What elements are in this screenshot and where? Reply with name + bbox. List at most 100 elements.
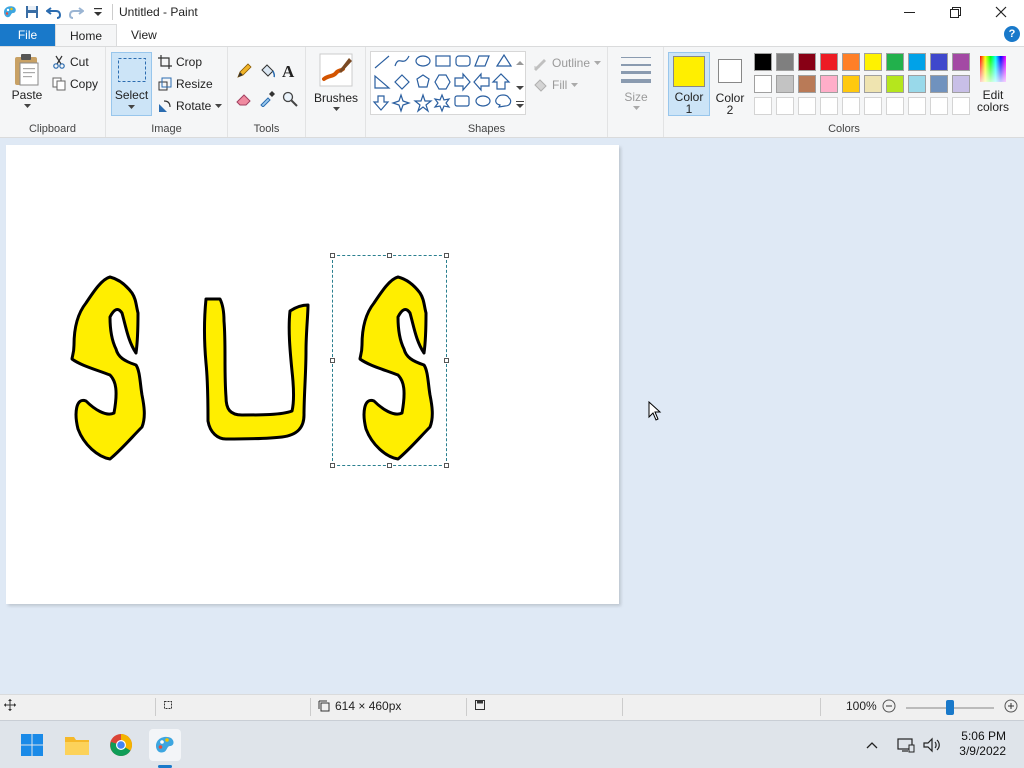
outline-label: Outline [552,56,591,70]
network-button[interactable] [894,729,918,761]
fill-tool[interactable] [259,63,276,82]
help-icon[interactable]: ? [1004,26,1020,42]
palette-swatch[interactable] [908,53,926,71]
palette-swatch[interactable] [930,75,948,93]
palette-swatch[interactable] [908,75,926,93]
ribbon-tabs: File Home View ? [0,24,1024,46]
shapes-scroll-up[interactable] [516,55,524,69]
show-hidden-icons-button[interactable] [862,729,882,761]
palette-swatch[interactable] [820,53,838,71]
zoom-in-button[interactable] [1004,699,1018,713]
chevron-down-icon [215,103,223,108]
eraser-tool[interactable] [236,91,252,110]
crop-button[interactable]: Crop [158,55,202,69]
chrome-button[interactable] [105,729,137,761]
customize-toolbar-icon[interactable] [90,4,106,20]
restore-button[interactable] [932,0,978,24]
resize-handle-n[interactable] [387,253,392,258]
eraser-icon [236,94,251,106]
palette-swatch[interactable] [754,53,772,71]
system-clock[interactable]: 5:06 PM 3/9/2022 [959,729,1006,759]
file-explorer-button[interactable] [61,729,93,761]
color-picker-tool[interactable] [259,91,275,110]
palette-swatch[interactable] [886,53,904,71]
color2-button[interactable]: Color 2 [714,52,746,116]
shapes-scroll-down[interactable] [516,80,524,94]
custom-color-slot[interactable] [842,97,860,115]
color-spectrum-icon [980,56,1006,82]
shapes-more[interactable] [515,99,525,113]
copy-button[interactable]: Copy [52,77,98,91]
palette-swatch[interactable] [820,75,838,93]
paint-taskbar-button[interactable] [149,729,181,761]
palette-swatch[interactable] [930,53,948,71]
resize-handle-e[interactable] [444,358,449,363]
resize-handle-se[interactable] [444,463,449,468]
drawing-canvas[interactable] [6,145,619,604]
selection-size-icon [164,701,172,709]
ribbon: Paste Cut Copy Clipboard Select Crop Res… [0,46,1024,138]
canvas-workspace[interactable] [0,138,1024,694]
color1-button[interactable]: Color 1 [668,52,710,116]
title-bar: Untitled - Paint [0,0,1024,24]
select-button[interactable]: Select [111,52,152,116]
palette-swatch[interactable] [952,75,970,93]
size-button[interactable]: Size [618,55,654,111]
palette-swatch[interactable] [886,75,904,93]
palette-swatch[interactable] [952,53,970,71]
palette-swatch[interactable] [798,53,816,71]
rotate-button[interactable]: Rotate [158,99,223,113]
resize-handle-s[interactable] [387,463,392,468]
outline-button[interactable]: Outline [532,55,602,71]
volume-button[interactable] [920,729,944,761]
selection-rectangle[interactable] [330,253,449,468]
text-tool-icon[interactable]: A [282,62,294,82]
palette-swatch[interactable] [776,75,794,93]
palette-swatch[interactable] [842,75,860,93]
zoom-slider-thumb[interactable] [946,700,954,715]
start-button[interactable] [16,729,48,761]
minimize-button[interactable] [886,0,932,24]
custom-color-slot[interactable] [952,97,970,115]
tab-view[interactable]: View [117,24,171,46]
custom-color-slot[interactable] [754,97,772,115]
undo-icon[interactable] [46,4,62,20]
edit-colors-button[interactable]: Edit colors [972,55,1014,113]
resize-button[interactable]: Resize [158,77,213,91]
paste-label: Paste [11,88,43,102]
resize-handle-nw[interactable] [330,253,335,258]
magnifier-tool[interactable] [282,91,298,110]
tab-file[interactable]: File [0,24,55,46]
brushes-button[interactable]: Brushes [314,53,358,112]
crop-icon [158,55,172,69]
shapes-gallery-icons[interactable] [371,52,525,114]
zoom-out-button[interactable] [882,699,896,713]
zoom-percent: 100% [846,699,877,713]
cut-button[interactable]: Cut [52,55,89,69]
palette-swatch[interactable] [776,53,794,71]
palette-swatch[interactable] [864,53,882,71]
quick-access-toolbar [0,4,106,20]
custom-color-slot[interactable] [864,97,882,115]
palette-swatch[interactable] [754,75,772,93]
palette-swatch[interactable] [864,75,882,93]
pencil-tool[interactable] [236,63,252,82]
custom-color-slot[interactable] [886,97,904,115]
paint-app-icon[interactable] [2,4,18,20]
redo-icon[interactable] [68,4,84,20]
palette-swatch[interactable] [842,53,860,71]
save-icon[interactable] [24,4,40,20]
resize-handle-w[interactable] [330,358,335,363]
palette-swatch[interactable] [798,75,816,93]
fill-button[interactable]: Fill [532,77,579,93]
resize-handle-ne[interactable] [444,253,449,258]
custom-color-slot[interactable] [820,97,838,115]
tab-home[interactable]: Home [55,24,118,46]
custom-color-slot[interactable] [776,97,794,115]
close-button[interactable] [978,0,1024,24]
custom-color-slot[interactable] [908,97,926,115]
custom-color-slot[interactable] [930,97,948,115]
paste-button[interactable]: Paste [8,53,46,109]
resize-handle-sw[interactable] [330,463,335,468]
custom-color-slot[interactable] [798,97,816,115]
